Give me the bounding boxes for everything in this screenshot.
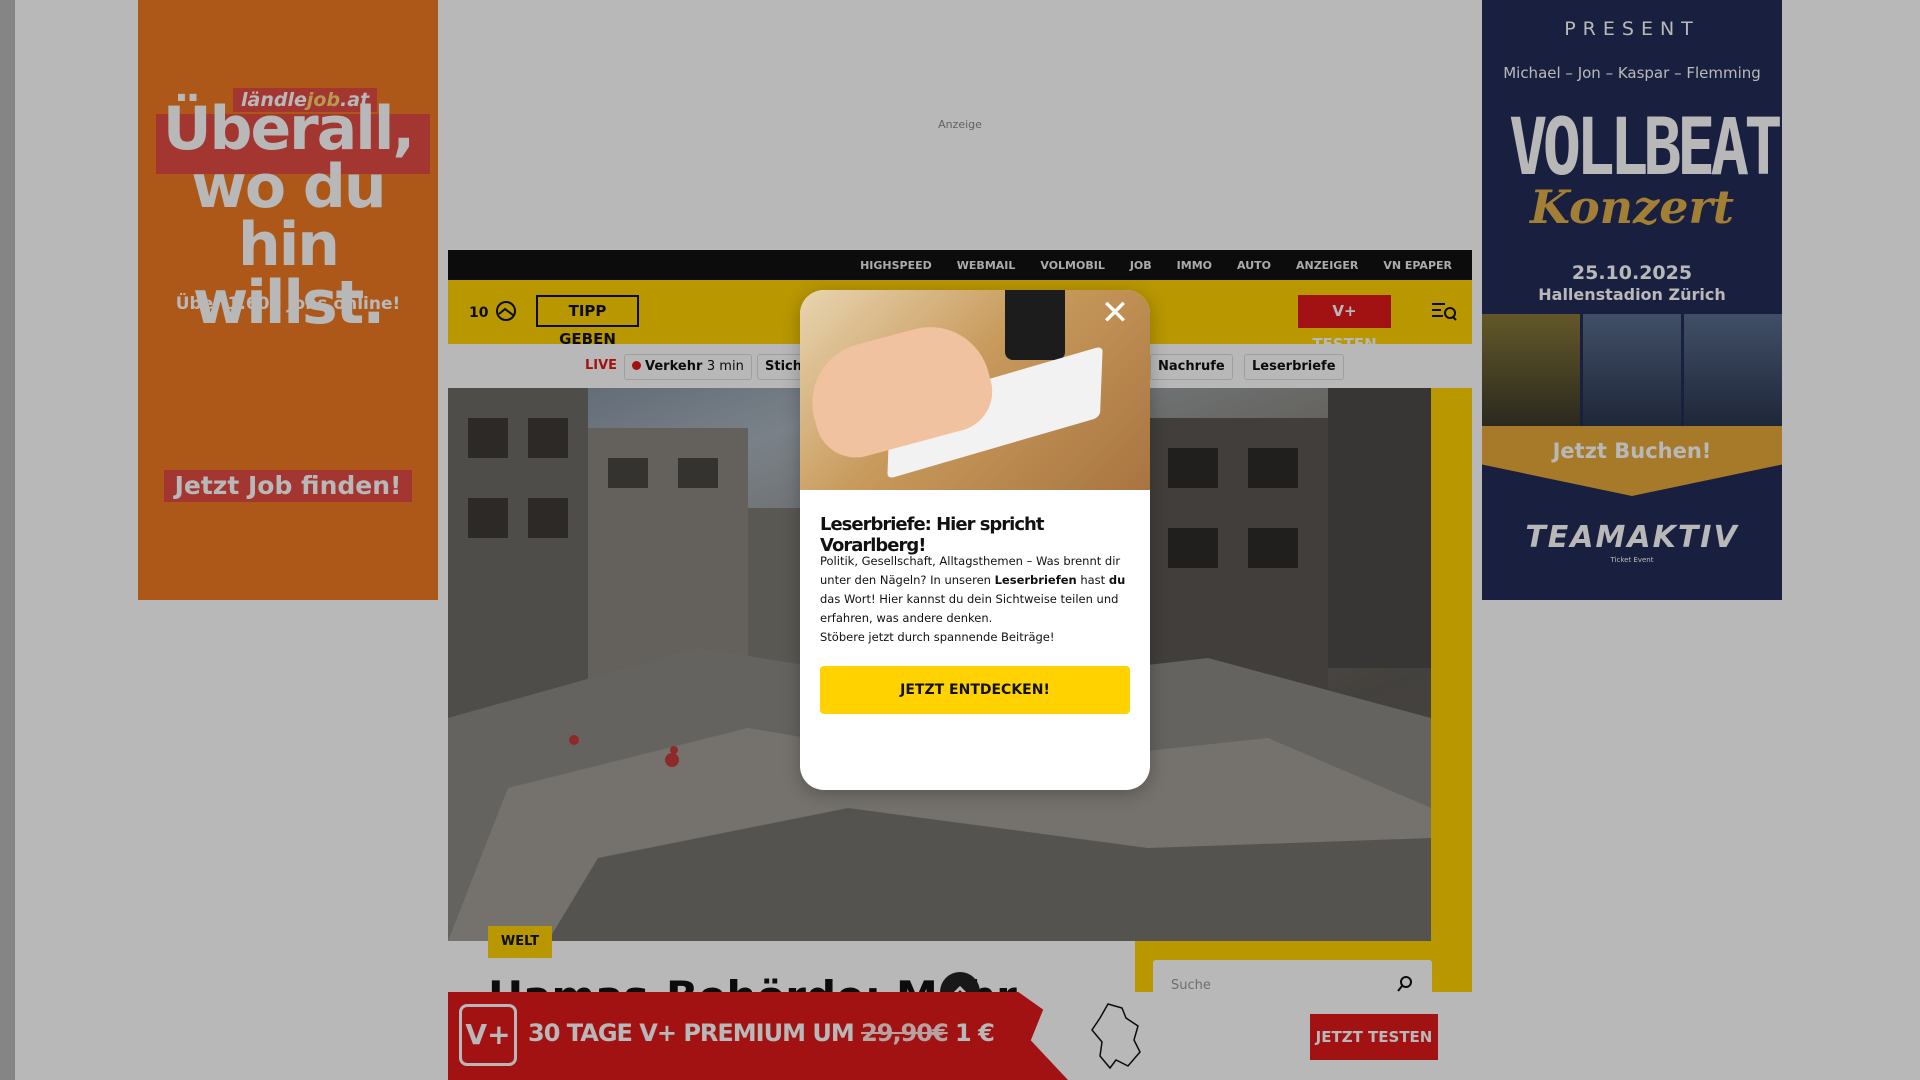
close-icon[interactable]: ✕ [1097, 295, 1133, 331]
modal-title: Leserbriefe: Hier spricht Vorarlberg! [820, 514, 1044, 556]
modal-text: Politik, Gesellschaft, Alltagsthemen – W… [820, 554, 1126, 644]
mug-shape [1005, 290, 1065, 360]
leserbriefe-modal: ✕ Leserbriefe: Hier spricht Vorarlberg! … [800, 290, 1150, 790]
modal-discover-button[interactable]: JETZT ENTDECKEN! [820, 666, 1130, 714]
